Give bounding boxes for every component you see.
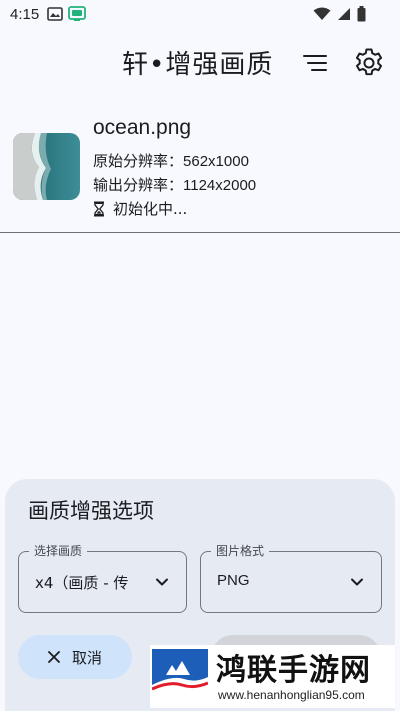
app-bar: 轩•增强画质	[0, 36, 400, 92]
close-icon	[48, 651, 60, 663]
sheet-title: 画质增强选项	[28, 499, 154, 523]
original-resolution-label: 原始分辨率：	[93, 152, 184, 170]
chevron-down-icon	[351, 578, 363, 586]
quality-select[interactable]: 选择画质 x4（画质 - 传	[18, 542, 187, 613]
status-time: 4:15	[10, 5, 40, 23]
signal-icon	[338, 8, 350, 20]
original-resolution: 原始分辨率：562x1000	[93, 150, 249, 171]
status-icons-left	[47, 6, 87, 22]
format-select[interactable]: 图片格式 PNG	[200, 542, 382, 613]
wifi-icon	[313, 7, 331, 20]
status-bar: 4:15	[0, 0, 400, 28]
status-icons-right	[313, 6, 366, 22]
file-name: ocean.png	[93, 116, 192, 139]
format-select-value: PNG	[217, 572, 250, 589]
quality-select-value: x4（画质 - 传	[35, 574, 129, 592]
image-thumbnail	[13, 133, 80, 200]
output-resolution-value: 1124x2000	[183, 177, 257, 194]
gear-icon	[355, 48, 383, 76]
app-notification-icon	[68, 6, 87, 21]
cancel-button-label: 取消	[71, 648, 102, 667]
processing-status: 初始化中...	[93, 198, 187, 219]
status-text: 初始化中...	[113, 200, 188, 218]
original-resolution-value: 562x1000	[183, 153, 249, 170]
watermark-text: 鸿联手游网	[216, 653, 371, 688]
file-item[interactable]: ocean.png 原始分辨率：562x1000 输出分辨率：1124x2000…	[0, 112, 400, 232]
watermark-logo-icon	[152, 649, 208, 705]
page-title: 轩•增强画质	[122, 50, 274, 80]
quality-select-label: 选择画质	[29, 542, 88, 559]
watermark-url: www.henanhonglian95.com	[218, 688, 365, 702]
battery-icon	[357, 6, 366, 22]
output-resolution-label: 输出分辨率：	[93, 176, 184, 194]
cancel-button[interactable]: 取消	[18, 635, 132, 679]
settings-button[interactable]	[352, 46, 386, 80]
divider	[0, 232, 400, 233]
output-resolution: 输出分辨率：1124x2000	[93, 174, 256, 195]
chevron-down-icon	[156, 578, 168, 586]
list-menu-button[interactable]	[300, 48, 332, 78]
gallery-notification-icon	[47, 7, 64, 21]
format-select-label: 图片格式	[211, 542, 270, 559]
watermark: 鸿联手游网 www.henanhonglian95.com	[150, 645, 395, 708]
hourglass-icon	[94, 201, 104, 216]
list-menu-icon	[303, 55, 327, 71]
